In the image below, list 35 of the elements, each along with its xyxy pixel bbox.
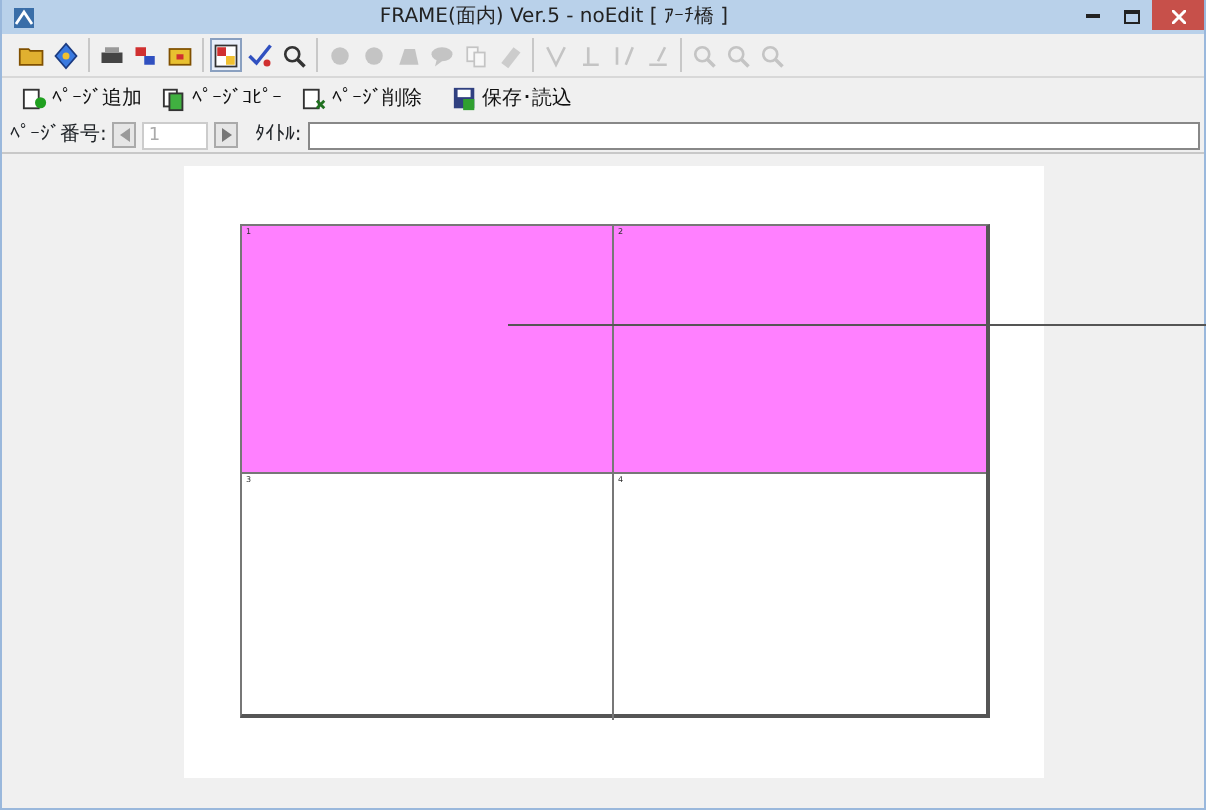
page-action-button[interactable]: 保存･読込 (452, 83, 572, 113)
window-title: FRAME(面内) Ver.5 - noEdit [ ｱｰﾁ橋 ] (377, 3, 731, 32)
shapes-icon (132, 41, 160, 69)
copy-icon (462, 41, 490, 69)
page-number-label: ﾍﾟｰｼﾞ番号: (10, 121, 107, 150)
magnifier-icon (280, 41, 308, 69)
close-button[interactable] (1152, 0, 1204, 30)
page-action-button[interactable]: ﾍﾟｰｼﾞｺﾋﾟｰ (162, 83, 282, 113)
app-icon (12, 5, 36, 29)
zoom-icon (758, 41, 786, 69)
zoom-icon (690, 41, 718, 69)
left-arrow-icon (119, 127, 130, 142)
right-arrow-icon (221, 127, 232, 142)
title-field[interactable] (307, 121, 1200, 149)
next-page-button[interactable] (214, 122, 239, 148)
previous-page-button[interactable] (112, 122, 137, 148)
minimize-icon (1085, 14, 1099, 19)
table-icon (212, 41, 240, 69)
save-icon (452, 85, 478, 111)
eraser-icon (496, 41, 524, 69)
page-action-button[interactable]: ﾍﾟｰｼﾞ追加 (22, 83, 142, 113)
page-add-icon (22, 85, 48, 111)
maximize-icon (1124, 9, 1140, 24)
close-icon (1171, 9, 1185, 24)
toolbar-button[interactable] (210, 38, 242, 72)
toolbar-button[interactable] (50, 38, 82, 72)
check-icon (246, 41, 274, 69)
title-label: ﾀｲﾄﾙ: (254, 122, 302, 150)
page-delete-icon (302, 85, 328, 111)
zoom-icon (724, 41, 752, 69)
page-copy-icon (162, 85, 188, 111)
page-action-button[interactable]: ﾍﾟｰｼﾞ削除 (302, 83, 422, 113)
printer-icon (98, 41, 126, 69)
speech-bubble-icon (428, 41, 456, 69)
diamond-icon (52, 41, 80, 69)
